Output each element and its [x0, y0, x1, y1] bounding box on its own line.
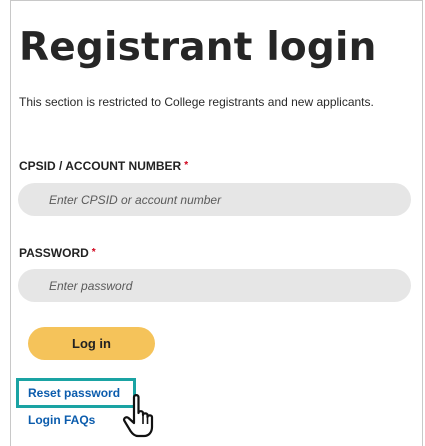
intro-text: This section is restricted to College re… [19, 95, 374, 109]
cpsid-label-text: CPSID / ACCOUNT NUMBER [19, 159, 182, 173]
login-button[interactable]: Log in [28, 327, 155, 360]
password-label-text: PASSWORD [19, 246, 89, 260]
cpsid-label: CPSID / ACCOUNT NUMBER * [19, 158, 188, 174]
password-label: PASSWORD * [19, 245, 96, 261]
reset-password-link[interactable]: Reset password [28, 386, 120, 400]
login-faqs-link[interactable]: Login FAQs [28, 412, 95, 428]
required-marker: * [91, 247, 96, 258]
cpsid-input[interactable] [18, 183, 411, 216]
password-input[interactable] [18, 269, 411, 302]
page-title: Registrant login [19, 25, 377, 70]
reset-password-highlight: Reset password [16, 378, 136, 408]
required-marker: * [184, 160, 189, 171]
hand-pointer-icon [123, 394, 154, 438]
